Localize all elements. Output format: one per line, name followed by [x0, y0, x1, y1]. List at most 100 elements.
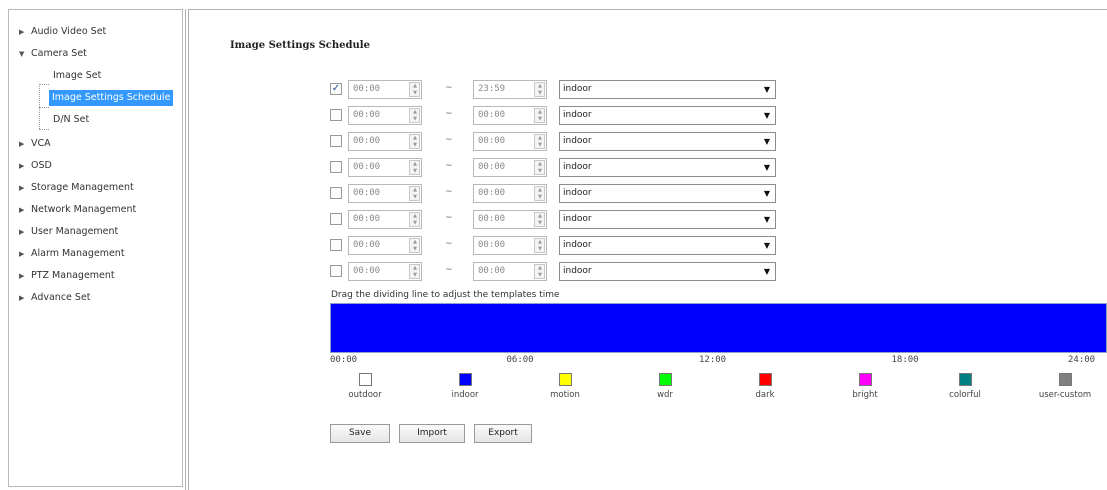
start-time-input[interactable]: 00:00 ▲ ▼ [348, 132, 422, 151]
time-spinner[interactable]: ▲ ▼ [409, 82, 420, 97]
start-time-value: 00:00 [353, 110, 381, 120]
spin-down-icon[interactable]: ▼ [411, 116, 419, 123]
time-spinner[interactable]: ▲ ▼ [534, 160, 545, 175]
end-time-input[interactable]: 00:00 ▲ ▼ [473, 210, 547, 229]
sidebar-item-image-settings-schedule[interactable]: Image Settings Schedule [49, 90, 174, 106]
spin-down-icon[interactable]: ▼ [411, 168, 419, 175]
time-spinner[interactable]: ▲ ▼ [409, 264, 420, 279]
spin-up-icon[interactable]: ▲ [411, 109, 419, 116]
import-button[interactable]: Import [399, 424, 465, 443]
sidebar-item-ptz-management[interactable]: ▶ PTZ Management [19, 268, 115, 284]
spin-down-icon[interactable]: ▼ [411, 246, 419, 253]
spin-down-icon[interactable]: ▼ [536, 272, 544, 279]
time-spinner[interactable]: ▲ ▼ [409, 160, 420, 175]
spin-up-icon[interactable]: ▲ [411, 265, 419, 272]
timeline-tick-label: 06:00 [506, 355, 534, 365]
end-time-input[interactable]: 00:00 ▲ ▼ [473, 236, 547, 255]
spin-down-icon[interactable]: ▼ [411, 142, 419, 149]
spin-down-icon[interactable]: ▼ [411, 272, 419, 279]
time-spinner[interactable]: ▲ ▼ [534, 134, 545, 149]
schedule-timeline[interactable] [330, 303, 1107, 353]
start-time-input[interactable]: 00:00 ▲ ▼ [348, 158, 422, 177]
enable-checkbox[interactable] [330, 265, 342, 277]
time-spinner[interactable]: ▲ ▼ [534, 264, 545, 279]
spin-up-icon[interactable]: ▲ [536, 265, 544, 272]
time-spinner[interactable]: ▲ ▼ [534, 108, 545, 123]
time-spinner[interactable]: ▲ ▼ [534, 238, 545, 253]
spin-down-icon[interactable]: ▼ [536, 116, 544, 123]
end-time-input[interactable]: 00:00 ▲ ▼ [473, 262, 547, 281]
sidebar-item-advance-set[interactable]: ▶ Advance Set [19, 290, 91, 306]
enable-checkbox[interactable] [330, 239, 342, 251]
sidebar-item-vca[interactable]: ▶ VCA [19, 136, 51, 152]
time-spinner[interactable]: ▲ ▼ [409, 108, 420, 123]
sidebar-item-storage-management[interactable]: ▶ Storage Management [19, 180, 134, 196]
time-spinner[interactable]: ▲ ▼ [534, 82, 545, 97]
spin-up-icon[interactable]: ▲ [536, 213, 544, 220]
pane-divider[interactable] [185, 9, 189, 490]
spin-down-icon[interactable]: ▼ [536, 168, 544, 175]
start-time-input[interactable]: 00:00 ▲ ▼ [348, 210, 422, 229]
time-spinner[interactable]: ▲ ▼ [409, 134, 420, 149]
spin-up-icon[interactable]: ▲ [536, 109, 544, 116]
time-spinner[interactable]: ▲ ▼ [534, 186, 545, 201]
spin-up-icon[interactable]: ▲ [536, 83, 544, 90]
sidebar-item-alarm-management[interactable]: ▶ Alarm Management [19, 246, 125, 262]
spin-down-icon[interactable]: ▼ [536, 194, 544, 201]
save-button[interactable]: Save [330, 424, 390, 443]
mode-select[interactable]: indoor ▼ [559, 236, 776, 255]
enable-checkbox[interactable] [330, 161, 342, 173]
sidebar-item-osd[interactable]: ▶ OSD [19, 158, 52, 174]
enable-checkbox[interactable] [330, 109, 342, 121]
spin-up-icon[interactable]: ▲ [536, 135, 544, 142]
enable-checkbox[interactable]: ✓ [330, 83, 342, 95]
spin-up-icon[interactable]: ▲ [536, 187, 544, 194]
start-time-input[interactable]: 00:00 ▲ ▼ [348, 80, 422, 99]
spin-up-icon[interactable]: ▲ [411, 161, 419, 168]
sidebar-item-network-management[interactable]: ▶ Network Management [19, 202, 136, 218]
end-time-input[interactable]: 00:00 ▲ ▼ [473, 132, 547, 151]
mode-select[interactable]: indoor ▼ [559, 262, 776, 281]
spin-down-icon[interactable]: ▼ [411, 90, 419, 97]
time-spinner[interactable]: ▲ ▼ [534, 212, 545, 227]
time-spinner[interactable]: ▲ ▼ [409, 186, 420, 201]
enable-checkbox[interactable] [330, 213, 342, 225]
enable-checkbox[interactable] [330, 187, 342, 199]
spin-up-icon[interactable]: ▲ [411, 83, 419, 90]
mode-select[interactable]: indoor ▼ [559, 158, 776, 177]
spin-up-icon[interactable]: ▲ [411, 213, 419, 220]
spin-up-icon[interactable]: ▲ [411, 187, 419, 194]
mode-select[interactable]: indoor ▼ [559, 80, 776, 99]
spin-up-icon[interactable]: ▲ [536, 239, 544, 246]
end-time-input[interactable]: 00:00 ▲ ▼ [473, 184, 547, 203]
spin-down-icon[interactable]: ▼ [536, 246, 544, 253]
time-spinner[interactable]: ▲ ▼ [409, 238, 420, 253]
start-time-input[interactable]: 00:00 ▲ ▼ [348, 106, 422, 125]
spin-down-icon[interactable]: ▼ [536, 90, 544, 97]
spin-up-icon[interactable]: ▲ [411, 239, 419, 246]
end-time-input[interactable]: 23:59 ▲ ▼ [473, 80, 547, 99]
end-time-input[interactable]: 00:00 ▲ ▼ [473, 158, 547, 177]
enable-checkbox[interactable] [330, 135, 342, 147]
export-button[interactable]: Export [474, 424, 532, 443]
start-time-input[interactable]: 00:00 ▲ ▼ [348, 262, 422, 281]
sidebar-item-audio-video-set[interactable]: ▶ Audio Video Set [19, 24, 106, 40]
mode-select[interactable]: indoor ▼ [559, 210, 776, 229]
spin-down-icon[interactable]: ▼ [536, 142, 544, 149]
spin-down-icon[interactable]: ▼ [411, 220, 419, 227]
end-time-input[interactable]: 00:00 ▲ ▼ [473, 106, 547, 125]
time-spinner[interactable]: ▲ ▼ [409, 212, 420, 227]
mode-select[interactable]: indoor ▼ [559, 132, 776, 151]
spin-up-icon[interactable]: ▲ [536, 161, 544, 168]
start-time-input[interactable]: 00:00 ▲ ▼ [348, 184, 422, 203]
mode-select[interactable]: indoor ▼ [559, 106, 776, 125]
sidebar-item-image-set[interactable]: Image Set [53, 68, 101, 84]
sidebar-item-camera-set[interactable]: ▼ Camera Set [19, 46, 87, 62]
mode-select[interactable]: indoor ▼ [559, 184, 776, 203]
spin-down-icon[interactable]: ▼ [536, 220, 544, 227]
start-time-input[interactable]: 00:00 ▲ ▼ [348, 236, 422, 255]
spin-up-icon[interactable]: ▲ [411, 135, 419, 142]
spin-down-icon[interactable]: ▼ [411, 194, 419, 201]
sidebar-item-user-management[interactable]: ▶ User Management [19, 224, 118, 240]
sidebar-item-dn-set[interactable]: D/N Set [53, 112, 89, 128]
